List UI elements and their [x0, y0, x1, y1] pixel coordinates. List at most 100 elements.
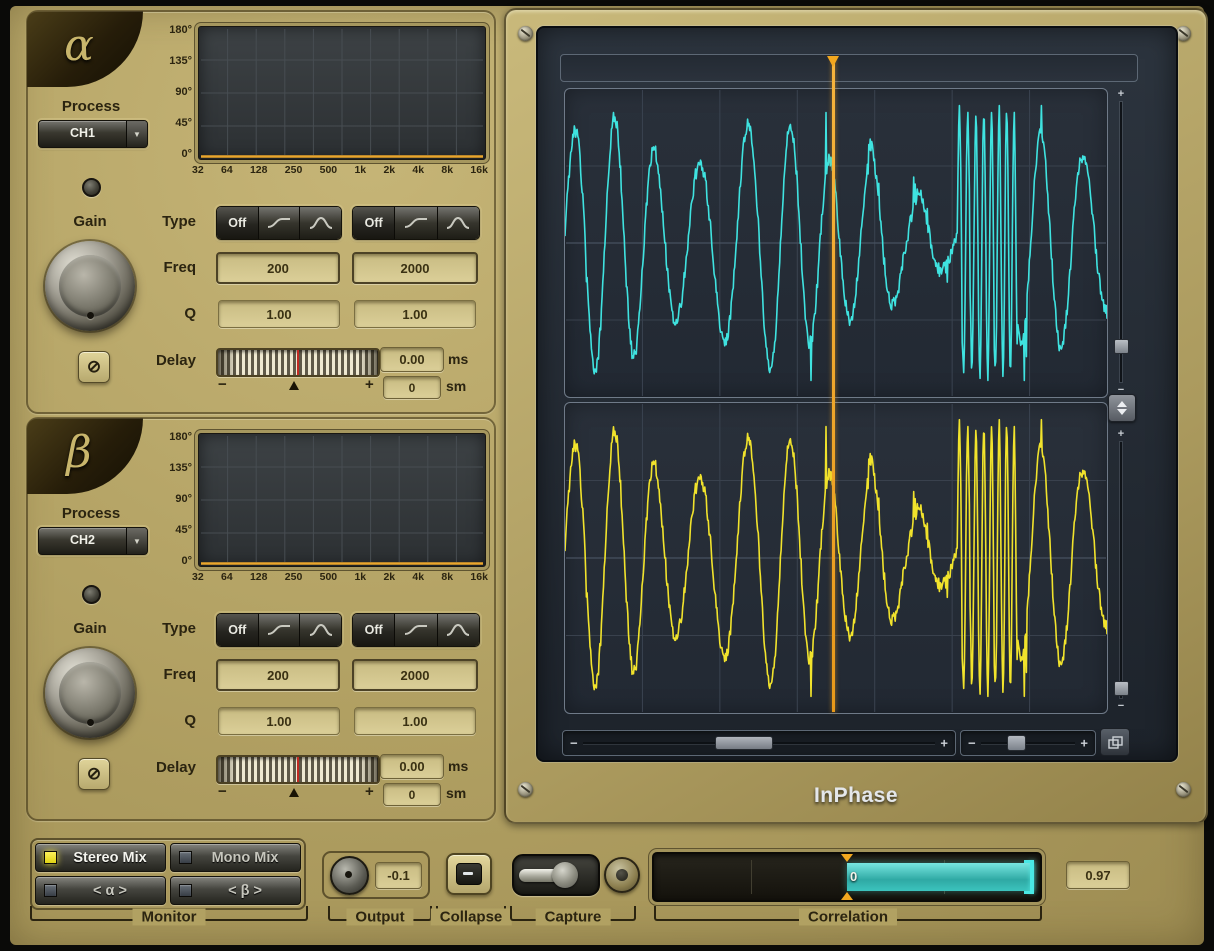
filter1-freq-value[interactable]: 200 [216, 659, 340, 691]
delay-slider[interactable] [216, 755, 380, 784]
filter1-type-bell-button[interactable] [299, 614, 341, 646]
filter1-type-selector: Off [216, 613, 342, 647]
playhead-line [832, 58, 835, 712]
tick-label: 64 [221, 164, 233, 176]
correlation-zero-marker-top[interactable] [841, 854, 853, 862]
vertical-link-zoom-button[interactable] [1108, 394, 1136, 422]
playhead-flag[interactable] [827, 56, 839, 67]
scroll-right-label[interactable]: + [940, 736, 948, 751]
filter2-q-value[interactable]: 1.00 [354, 300, 476, 328]
filter1-freq-value[interactable]: 200 [216, 252, 340, 284]
capture-switch[interactable] [512, 854, 600, 896]
delay-slider[interactable] [216, 348, 380, 377]
tick-label: 250 [285, 571, 303, 583]
tick-label: 0° [181, 148, 192, 160]
collapse-button[interactable] [446, 853, 492, 895]
correlation-section-label: Correlation [799, 908, 897, 925]
filter1-type-shelf-button[interactable] [258, 207, 300, 239]
stereo-mix-button[interactable]: Stereo Mix [35, 843, 166, 872]
timeline-ruler[interactable] [560, 54, 1138, 82]
filter2-type-bell-button[interactable] [437, 614, 479, 646]
screw-icon [1176, 26, 1191, 41]
monitor-section: Stereo Mix Mono Mix < α > < β > [30, 838, 306, 910]
scroll-left-label[interactable]: − [570, 736, 578, 751]
alpha-symbol: α [64, 20, 94, 71]
tick-label: 500 [320, 164, 338, 176]
delay-samples-value[interactable]: 0 [383, 376, 441, 399]
slider-thumb[interactable] [1007, 735, 1026, 751]
tick-label: 64 [221, 571, 233, 583]
tick-label: 90° [175, 493, 192, 505]
zoom-in-label[interactable]: + [1080, 736, 1088, 751]
filter1-type-off-button[interactable]: Off [217, 207, 258, 239]
delay-ms-value[interactable]: 0.00 [380, 754, 444, 779]
waveform-display: + − + − − + − [536, 26, 1178, 762]
zoom-out-label[interactable]: − [968, 736, 976, 751]
filter2-type-selector: Off [352, 206, 480, 240]
filter2-type-off-button[interactable]: Off [353, 207, 394, 239]
scrollbar-thumb[interactable] [1114, 339, 1129, 354]
filter1-type-bell-button[interactable] [299, 207, 341, 239]
delay-ms-value[interactable]: 0.00 [380, 347, 444, 372]
filter1-q-value[interactable]: 1.00 [218, 707, 340, 735]
waveform-panel-top[interactable] [564, 88, 1108, 398]
window-layout-button[interactable] [1100, 728, 1130, 756]
gain-knob[interactable] [45, 241, 135, 331]
filter2-type-off-button[interactable]: Off [353, 614, 394, 646]
filter2-type-bell-button[interactable] [437, 207, 479, 239]
delay-minus-label: − [218, 783, 227, 800]
scrollbar-thumb[interactable] [715, 736, 773, 750]
screw-icon [518, 26, 533, 41]
shelf-curve-icon [266, 622, 292, 638]
delay-samples-value[interactable]: 0 [383, 783, 441, 806]
output-knob[interactable] [330, 856, 369, 895]
correlation-value[interactable]: 0.97 [1066, 861, 1130, 889]
monitor-section-label: Monitor [133, 908, 206, 925]
phase-invert-button[interactable]: ⊘ [78, 758, 110, 790]
scrollbar-thumb[interactable] [1114, 681, 1129, 696]
horizontal-zoom-slider[interactable]: − + [960, 730, 1096, 756]
filter1-type-selector: Off [216, 206, 342, 240]
delay-plus-label: + [365, 783, 374, 800]
delay-label: Delay [130, 759, 196, 776]
tick-label: 4k [412, 164, 424, 176]
tick-label: 45° [175, 117, 192, 129]
gain-knob-pointer [87, 719, 94, 726]
mono-mix-label: Mono Mix [198, 850, 292, 866]
filter2-freq-value[interactable]: 2000 [352, 659, 478, 691]
monitor-beta-led-icon [179, 884, 192, 897]
filter2-type-shelf-button[interactable] [394, 207, 436, 239]
zoom-in-label[interactable]: + [1112, 88, 1130, 100]
filter1-type-shelf-button[interactable] [258, 614, 300, 646]
process-channel-select[interactable]: CH1 ▼ [38, 120, 148, 148]
monitor-alpha-button[interactable]: < α > [35, 876, 166, 905]
gain-label: Gain [40, 213, 140, 230]
tick-label: 128 [250, 571, 268, 583]
ms-unit-label: ms [448, 758, 468, 774]
correlation-zero-marker-bottom[interactable] [841, 892, 853, 900]
waveform-top-canvas [565, 89, 1107, 397]
process-channel-select[interactable]: CH2 ▼ [38, 527, 148, 555]
filter1-type-off-button[interactable]: Off [217, 614, 258, 646]
zoom-in-label[interactable]: + [1112, 428, 1130, 440]
gain-knob[interactable] [45, 648, 135, 738]
phase-invert-button[interactable]: ⊘ [78, 351, 110, 383]
tick-label: 135° [169, 55, 192, 67]
scrollbar-track [1120, 442, 1122, 698]
filter2-type-shelf-button[interactable] [394, 614, 436, 646]
vertical-zoom-scrollbar-bottom[interactable]: + − [1112, 428, 1130, 712]
waveform-panel-bottom[interactable] [564, 402, 1108, 714]
horizontal-scrollbar[interactable]: − + [562, 730, 956, 756]
vertical-zoom-scrollbar-top[interactable]: + − [1112, 88, 1130, 396]
filter2-q-value[interactable]: 1.00 [354, 707, 476, 735]
bell-curve-icon [308, 622, 334, 638]
capture-button[interactable] [604, 857, 640, 893]
zoom-out-label[interactable]: − [1112, 700, 1130, 712]
filter1-q-value[interactable]: 1.00 [218, 300, 340, 328]
process-label: Process [32, 98, 150, 115]
mono-mix-button[interactable]: Mono Mix [170, 843, 301, 872]
output-value[interactable]: -0.1 [375, 862, 422, 889]
filter2-freq-value[interactable]: 2000 [352, 252, 478, 284]
plugin-window: α Process CH1 ▼ 180°135°90°45°0° 3264128… [0, 0, 1214, 951]
monitor-beta-button[interactable]: < β > [170, 876, 301, 905]
